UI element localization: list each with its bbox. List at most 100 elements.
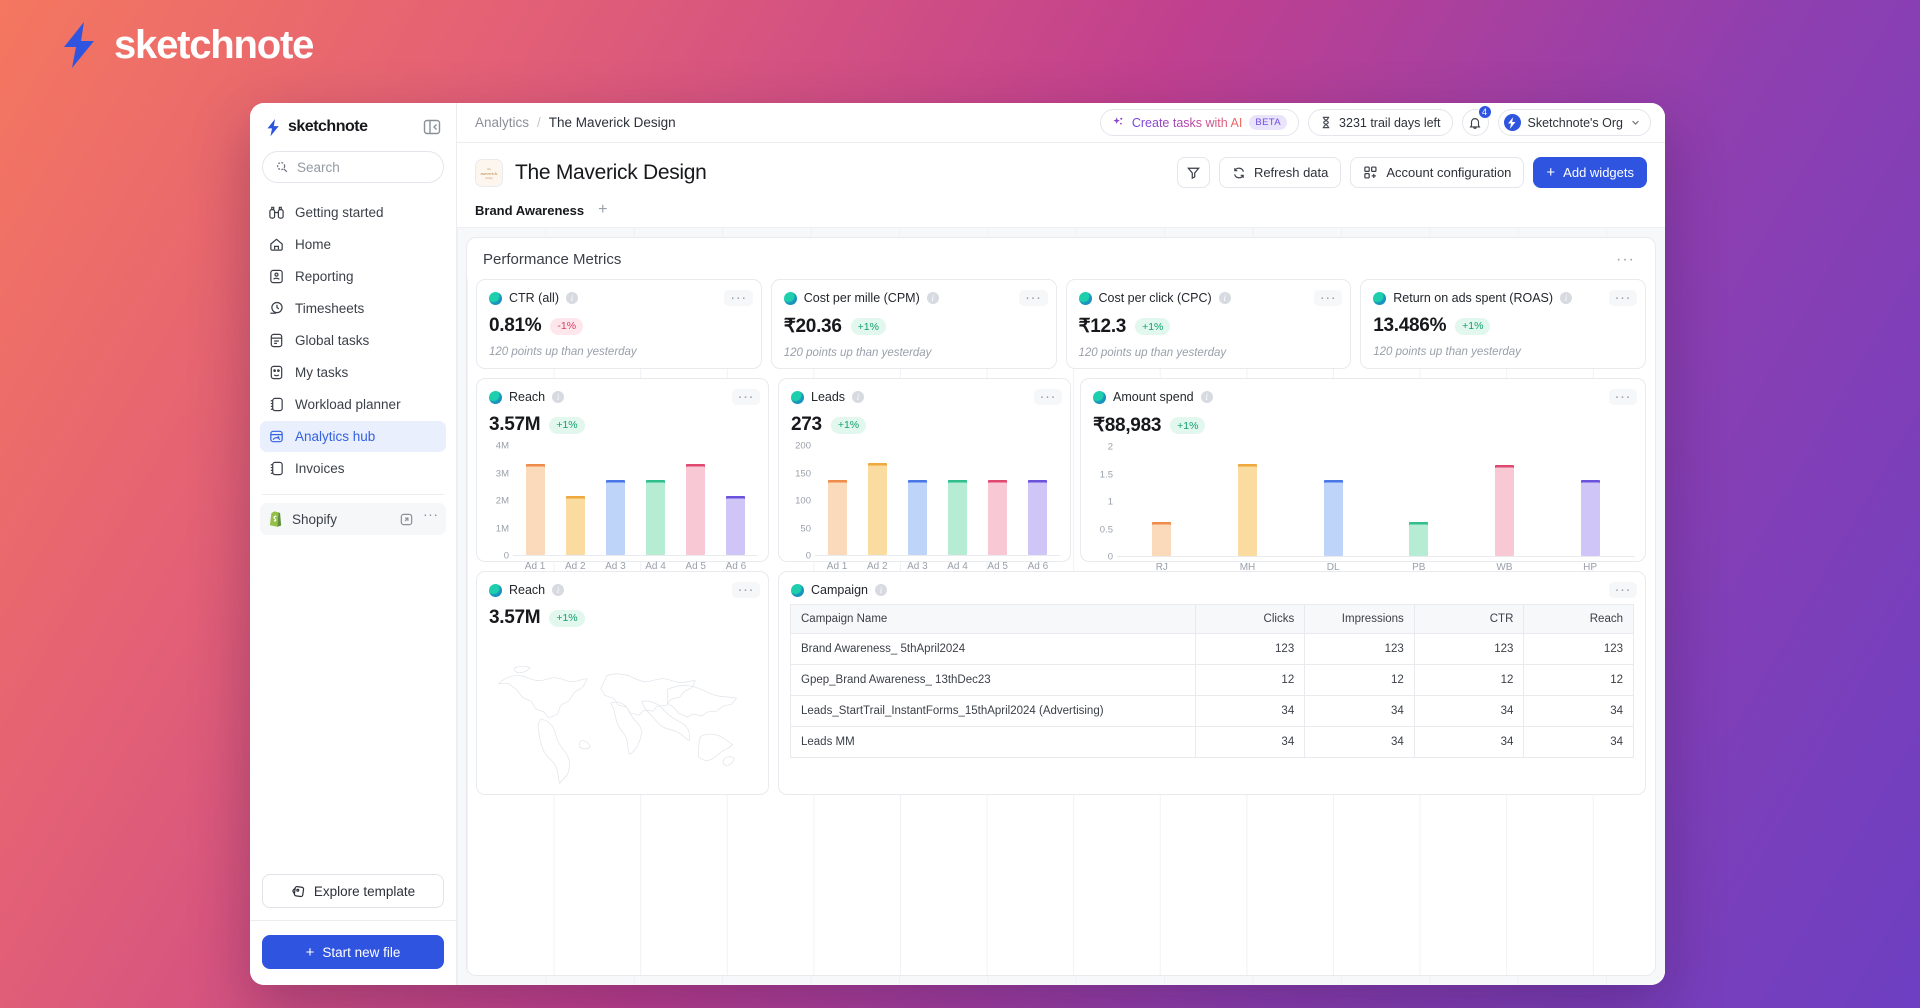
search-input[interactable] (297, 159, 431, 175)
bar[interactable] (525, 463, 545, 555)
widget-reach-bar[interactable]: Reach i ··· 3.57M +1% 4M 3M 2M 1M 0 Ad 1 Ad 2… (476, 378, 769, 572)
card-menu-icon[interactable]: ··· (731, 582, 760, 598)
widget-leads[interactable]: Leads i ··· 273 +1% 200 150 100 50 0 Ad 1 Ad … (778, 378, 1071, 572)
trial-days-pill[interactable]: 3231 trail days left (1308, 109, 1453, 136)
bar-column[interactable] (1489, 447, 1519, 556)
info-icon[interactable]: i (1218, 292, 1231, 304)
add-tab-icon[interactable]: + (598, 202, 607, 218)
bar[interactable] (1580, 479, 1600, 556)
sidebar-item-global-tasks[interactable]: Global tasks (260, 325, 446, 356)
info-icon[interactable]: i (1200, 391, 1213, 403)
widget-reach-map[interactable]: Reach i ··· 3.57M +1% (476, 571, 769, 795)
table-column-header[interactable]: Reach (1523, 604, 1634, 634)
search-box[interactable] (262, 151, 444, 183)
widget-amount-spend[interactable]: Amount spend i ··· ₹88,983 +1% 2 1.5 1 0.5 0… (1080, 378, 1646, 573)
sidebar-item-getting-started[interactable]: Getting started (260, 197, 446, 228)
card-menu-icon[interactable]: ··· (1608, 290, 1637, 306)
card-menu-icon[interactable]: ··· (1608, 389, 1637, 405)
sidebar-item-home[interactable]: Home (260, 229, 446, 260)
info-icon[interactable]: i (926, 292, 939, 304)
table-column-header[interactable]: Campaign Name (790, 604, 1196, 634)
table-column-header[interactable]: CTR (1413, 604, 1525, 634)
kpi-card-ctr[interactable]: CTR (all) i ··· 0.81% -1% 120 points up … (476, 279, 762, 369)
bar[interactable] (948, 479, 968, 555)
bar-column[interactable] (822, 446, 852, 555)
bar-column[interactable] (560, 446, 590, 555)
bar-column[interactable] (943, 446, 973, 555)
open-external-icon[interactable] (399, 512, 414, 527)
bar-column[interactable] (1147, 447, 1177, 556)
info-icon[interactable]: i (566, 292, 578, 304)
bar-column[interactable] (1404, 447, 1434, 556)
bar-column[interactable] (862, 446, 892, 555)
info-icon[interactable]: i (874, 584, 887, 596)
card-menu-icon[interactable]: ··· (1313, 290, 1343, 306)
sidebar-item-workload-planner[interactable]: Workload planner (260, 389, 446, 420)
bar[interactable] (827, 479, 847, 555)
bar[interactable] (1152, 522, 1172, 556)
bar[interactable] (1494, 465, 1514, 556)
card-menu-icon[interactable]: ··· (731, 389, 760, 405)
account-configuration-button[interactable]: Account configuration (1350, 157, 1525, 188)
add-widgets-button[interactable]: + Add widgets (1533, 157, 1647, 188)
card-menu-icon[interactable]: ··· (1033, 389, 1062, 405)
bar[interactable] (867, 463, 887, 555)
table-column-header[interactable]: Clicks (1194, 604, 1306, 634)
sidebar-item-timesheets[interactable]: Timesheets (260, 293, 446, 324)
sidebar-app-shopify[interactable]: Shopify ··· (260, 503, 446, 535)
table-row[interactable]: Leads_StartTrail_InstantForms_15thApril2… (790, 695, 1634, 727)
bar-column[interactable] (1023, 446, 1053, 555)
info-icon[interactable]: i (552, 391, 565, 403)
bar[interactable] (1028, 479, 1048, 555)
bar-column[interactable] (520, 446, 550, 555)
bar[interactable] (565, 496, 585, 555)
info-icon[interactable]: i (852, 391, 865, 403)
bar[interactable] (988, 479, 1008, 555)
bar[interactable] (726, 496, 746, 555)
widget-campaign-table[interactable]: Campaign i ··· Campaign Name Clicks Impres… (778, 571, 1646, 795)
bar-column[interactable] (902, 446, 932, 555)
bar[interactable] (686, 463, 706, 555)
app-more-icon[interactable]: ··· (423, 507, 438, 527)
tab-brand-awareness[interactable]: Brand Awareness (475, 203, 584, 218)
bar-column[interactable] (1232, 447, 1262, 556)
bar-column[interactable] (681, 446, 711, 555)
panel-menu-icon[interactable]: ··· (1610, 251, 1641, 268)
start-new-file-button[interactable]: + Start new file (262, 935, 444, 969)
card-menu-icon[interactable]: ··· (1608, 582, 1637, 598)
create-tasks-with-ai-button[interactable]: Create tasks with AI BETA (1099, 109, 1300, 136)
bar[interactable] (1409, 522, 1429, 556)
card-menu-icon[interactable]: ··· (724, 290, 753, 306)
card-menu-icon[interactable]: ··· (1019, 290, 1048, 306)
kpi-card-cpm[interactable]: Cost per mille (CPM) i ··· ₹20.36 +1% 12… (770, 279, 1057, 369)
bar[interactable] (646, 480, 666, 555)
collapse-sidebar-icon[interactable] (422, 117, 442, 137)
sidebar-item-analytics-hub[interactable]: Analytics hub (260, 421, 446, 452)
bar[interactable] (907, 479, 927, 555)
notifications-button[interactable]: 4 (1461, 105, 1492, 136)
table-column-header[interactable]: Impressions (1304, 604, 1415, 634)
kpi-card-cpc[interactable]: Cost per click (CPC) i ··· ₹12.3 +1% 120… (1065, 279, 1352, 369)
table-row[interactable]: Gpep_Brand Awareness_ 13thDec23 12 12 12 12 (790, 664, 1634, 696)
info-icon[interactable]: i (552, 584, 565, 596)
sidebar-item-reporting[interactable]: Reporting (260, 261, 446, 292)
breadcrumb-item-current[interactable]: The Maverick Design (549, 115, 676, 130)
table-row[interactable]: Brand Awareness_ 5thApril2024 123 123 123 12… (790, 633, 1634, 665)
refresh-data-button[interactable]: Refresh data (1218, 157, 1342, 188)
bar-column[interactable] (1575, 447, 1605, 556)
org-switcher[interactable]: Sketchnote's Org (1497, 109, 1651, 136)
explore-template-button[interactable]: Explore template (262, 874, 444, 908)
bar[interactable] (1323, 479, 1343, 556)
breadcrumb-item-analytics[interactable]: Analytics (475, 115, 529, 130)
bar-column[interactable] (641, 446, 671, 555)
sidebar-logo[interactable]: sketchnote (266, 118, 368, 136)
bar[interactable] (605, 480, 625, 555)
bar-column[interactable] (1318, 447, 1348, 556)
sidebar-item-my-tasks[interactable]: My tasks (260, 357, 446, 388)
bar-column[interactable] (983, 446, 1013, 555)
bar-column[interactable] (721, 446, 751, 555)
table-row[interactable]: Leads MM 34 34 34 34 (790, 726, 1634, 758)
info-icon[interactable]: i (1560, 292, 1573, 304)
bar[interactable] (1237, 464, 1257, 556)
filter-button[interactable] (1176, 157, 1210, 188)
